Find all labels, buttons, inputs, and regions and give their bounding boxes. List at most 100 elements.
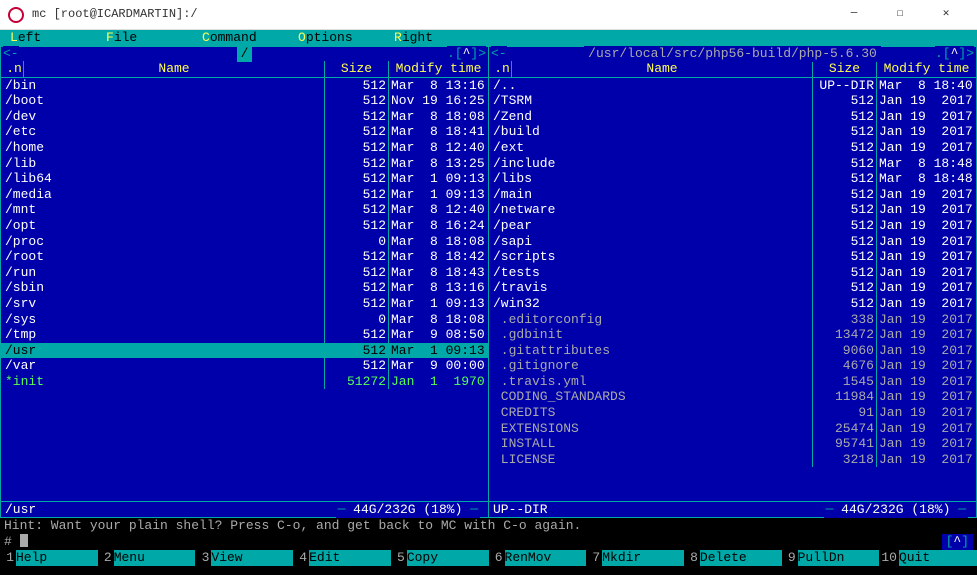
col-size[interactable]: Size [812, 61, 876, 77]
fkey-mkdir[interactable]: 7Mkdir [586, 550, 684, 566]
file-name: .gitignore [489, 358, 812, 374]
file-row[interactable]: .gdbinit13472Jan 19 2017 [489, 327, 976, 343]
col-name[interactable]: Name [511, 61, 812, 77]
prompt-line[interactable]: # [^] [0, 534, 977, 550]
fkey-number: 5 [391, 550, 407, 566]
fkey-number: 10 [879, 550, 899, 566]
col-sort[interactable]: .n [489, 61, 511, 77]
file-row[interactable]: /win32512Jan 19 2017 [489, 296, 976, 312]
menu-left[interactable]: Left [10, 30, 106, 46]
file-date: Jan 19 2017 [876, 280, 976, 296]
file-row[interactable]: /tmp512Mar 9 08:50 [1, 327, 488, 343]
file-row[interactable]: CREDITS91Jan 19 2017 [489, 405, 976, 421]
file-row[interactable]: /build512Jan 19 2017 [489, 124, 976, 140]
file-name: /srv [1, 296, 324, 312]
menu-options[interactable]: Options [298, 30, 394, 46]
file-row[interactable]: /sys0Mar 8 18:08 [1, 312, 488, 328]
maximize-button[interactable]: ☐ [877, 0, 923, 30]
fkey-delete[interactable]: 8Delete [684, 550, 782, 566]
file-row[interactable]: INSTALL95741Jan 19 2017 [489, 436, 976, 452]
file-row[interactable]: /var512Mar 9 00:00 [1, 358, 488, 374]
fkey-view[interactable]: 3View [195, 550, 293, 566]
file-row[interactable]: /lib512Mar 8 13:25 [1, 156, 488, 172]
fkey-quit[interactable]: 10Quit [879, 550, 977, 566]
menu-file[interactable]: File [106, 30, 202, 46]
file-row[interactable]: .travis.yml1545Jan 19 2017 [489, 374, 976, 390]
file-row[interactable]: /include512Mar 8 18:48 [489, 156, 976, 172]
fkey-help[interactable]: 1Help [0, 550, 98, 566]
col-sort[interactable]: .n [1, 61, 23, 77]
subshell-toggle[interactable]: [^] [942, 534, 973, 550]
menu-command[interactable]: Command [202, 30, 298, 46]
file-size: UP--DIR [812, 78, 876, 94]
fkey-menu[interactable]: 2Menu [98, 550, 196, 566]
file-row[interactable]: CODING_STANDARDS11984Jan 19 2017 [489, 389, 976, 405]
file-name: /main [489, 187, 812, 203]
col-mtime[interactable]: Modify time [876, 61, 976, 77]
file-row[interactable]: /dev512Mar 8 18:08 [1, 109, 488, 125]
file-row[interactable]: /srv512Mar 1 09:13 [1, 296, 488, 312]
file-row[interactable]: LICENSE3218Jan 19 2017 [489, 452, 976, 468]
file-name: .travis.yml [489, 374, 812, 390]
minimize-button[interactable]: ─ [831, 0, 877, 30]
file-row[interactable]: /boot512Nov 19 16:25 [1, 93, 488, 109]
fkey-renmov[interactable]: 6RenMov [489, 550, 587, 566]
file-date: Jan 19 2017 [876, 374, 976, 390]
file-row[interactable]: /sapi512Jan 19 2017 [489, 234, 976, 250]
file-row[interactable]: /..UP--DIRMar 8 18:40 [489, 78, 976, 94]
file-row[interactable]: /bin512Mar 8 13:16 [1, 78, 488, 94]
file-row[interactable]: /media512Mar 1 09:13 [1, 187, 488, 203]
file-list[interactable]: /bin512Mar 8 13:16/boot512Nov 19 16:25/d… [1, 78, 488, 501]
right-panel[interactable]: <- /usr/local/src/php56-build/php-5.6.30… [489, 46, 977, 518]
file-date: Mar 8 12:40 [388, 202, 488, 218]
file-name: /sys [1, 312, 324, 328]
file-date: Mar 8 18:43 [388, 265, 488, 281]
file-row[interactable]: /lib64512Mar 1 09:13 [1, 171, 488, 187]
col-mtime[interactable]: Modify time [388, 61, 488, 77]
file-date: Jan 19 2017 [876, 312, 976, 328]
fkey-number: 4 [293, 550, 309, 566]
file-row[interactable]: .gitattributes9060Jan 19 2017 [489, 343, 976, 359]
menu-right[interactable]: Right [394, 30, 490, 46]
col-size[interactable]: Size [324, 61, 388, 77]
file-row[interactable]: /TSRM512Jan 19 2017 [489, 93, 976, 109]
file-name: /run [1, 265, 324, 281]
file-row[interactable]: /tests512Jan 19 2017 [489, 265, 976, 281]
file-date: Nov 19 16:25 [388, 93, 488, 109]
file-name: .editorconfig [489, 312, 812, 328]
file-list[interactable]: /..UP--DIRMar 8 18:40/TSRM512Jan 19 2017… [489, 78, 976, 501]
file-row[interactable]: /sbin512Mar 8 13:16 [1, 280, 488, 296]
file-row[interactable]: /proc0Mar 8 18:08 [1, 234, 488, 250]
disk-usage: ─ 44G/232G (18%) ─ [824, 502, 968, 518]
file-row[interactable]: /travis512Jan 19 2017 [489, 280, 976, 296]
file-name: /etc [1, 124, 324, 140]
file-row[interactable]: /scripts512Jan 19 2017 [489, 249, 976, 265]
file-row[interactable]: /ext512Jan 19 2017 [489, 140, 976, 156]
file-row[interactable]: /run512Mar 8 18:43 [1, 265, 488, 281]
file-row[interactable]: /opt512Mar 8 16:24 [1, 218, 488, 234]
file-date: Mar 1 09:13 [388, 343, 488, 359]
file-row[interactable]: /usr512Mar 1 09:13 [1, 343, 488, 359]
file-row[interactable]: .editorconfig338Jan 19 2017 [489, 312, 976, 328]
file-row[interactable]: EXTENSIONS25474Jan 19 2017 [489, 421, 976, 437]
file-row[interactable]: /home512Mar 8 12:40 [1, 140, 488, 156]
left-panel[interactable]: <- / .[^]>.nNameSizeModify time/bin512Ma… [0, 46, 489, 518]
file-name: /tests [489, 265, 812, 281]
close-button[interactable]: ✕ [923, 0, 969, 30]
file-row[interactable]: /etc512Mar 8 18:41 [1, 124, 488, 140]
fkey-edit[interactable]: 4Edit [293, 550, 391, 566]
file-row[interactable]: /libs512Mar 8 18:48 [489, 171, 976, 187]
file-size: 512 [812, 280, 876, 296]
fkey-copy[interactable]: 5Copy [391, 550, 489, 566]
file-row[interactable]: .gitignore4676Jan 19 2017 [489, 358, 976, 374]
file-row[interactable]: /pear512Jan 19 2017 [489, 218, 976, 234]
file-row[interactable]: /mnt512Mar 8 12:40 [1, 202, 488, 218]
file-row[interactable]: *init51272Jan 1 1970 [1, 374, 488, 390]
fkey-pulldn[interactable]: 9PullDn [782, 550, 880, 566]
file-row[interactable]: /netware512Jan 19 2017 [489, 202, 976, 218]
col-name[interactable]: Name [23, 61, 324, 77]
file-row[interactable]: /Zend512Jan 19 2017 [489, 109, 976, 125]
file-row[interactable]: /main512Jan 19 2017 [489, 187, 976, 203]
file-date: Jan 19 2017 [876, 202, 976, 218]
file-row[interactable]: /root512Mar 8 18:42 [1, 249, 488, 265]
